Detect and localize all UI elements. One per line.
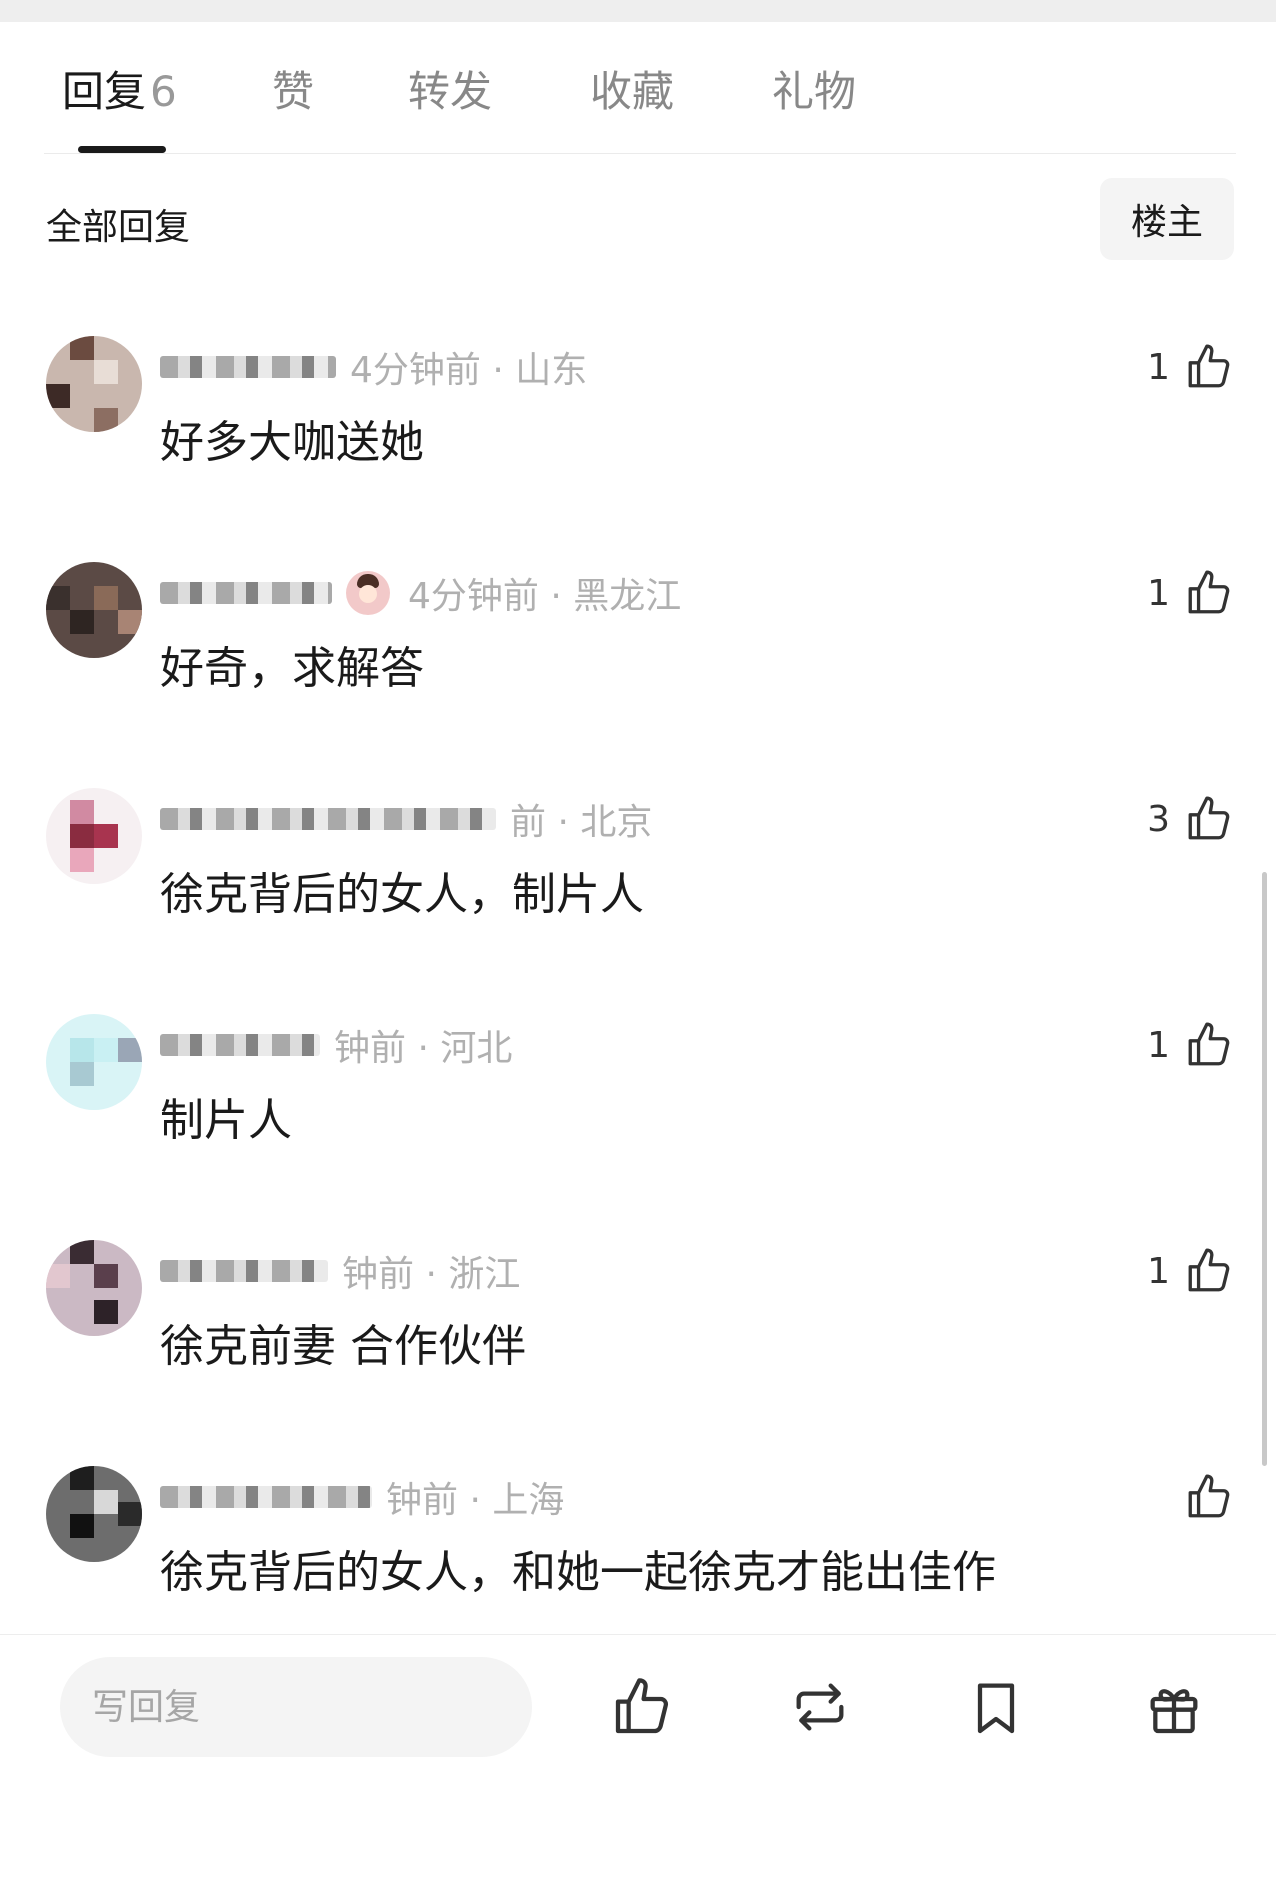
thumbs-up-icon — [1188, 1474, 1230, 1518]
bottom-action-bar — [0, 1634, 1276, 1884]
repost-button[interactable] — [784, 1671, 856, 1743]
tab-likes[interactable]: 赞 — [272, 58, 314, 119]
scrollbar[interactable] — [1262, 872, 1267, 1466]
comment-item: 前 · 北京 徐克背后的女人，制片人 3 — [0, 788, 1276, 1008]
avatar[interactable] — [46, 562, 142, 658]
like-button[interactable]: 3 — [1147, 794, 1234, 844]
comment-item: 4分钟前 · 山东 好多大咖送她 1 — [0, 336, 1276, 556]
gift-icon — [1150, 1689, 1198, 1734]
username-blurred[interactable] — [160, 1486, 372, 1508]
comment-meta: 前 · 北京 — [160, 794, 652, 844]
avatar[interactable] — [46, 1014, 142, 1110]
comment-time-location: 4分钟前 · 黑龙江 — [408, 576, 682, 617]
like-post-button[interactable] — [606, 1671, 678, 1743]
username-blurred[interactable] — [160, 1260, 328, 1282]
like-count: 1 — [1147, 1250, 1170, 1292]
bookmark-button[interactable] — [960, 1671, 1032, 1743]
comment-meta: 4分钟前 · 山东 — [160, 342, 587, 392]
username-blurred[interactable] — [160, 356, 336, 378]
comment-meta: 4分钟前 · 黑龙江 — [160, 568, 681, 618]
like-button[interactable]: 1 — [1147, 568, 1234, 618]
comment-time-location: 钟前 · 河北 — [334, 1028, 513, 1069]
avatar[interactable] — [46, 1466, 142, 1562]
all-replies-title: 全部回复 — [46, 207, 191, 248]
like-button[interactable]: 1 — [1147, 1020, 1234, 1070]
comment-time-location: 4分钟前 · 山东 — [350, 350, 588, 391]
comment-time-location: 钟前 · 浙江 — [342, 1254, 521, 1295]
like-count: 3 — [1147, 798, 1170, 840]
like-button[interactable] — [1170, 1472, 1234, 1522]
tab-replies-count: 6 — [150, 67, 177, 116]
username-blurred[interactable] — [160, 1034, 320, 1056]
comment-meta: 钟前 · 河北 — [160, 1020, 512, 1070]
tabs-divider — [44, 153, 1236, 154]
comment-text: 好奇，求解答 — [160, 643, 424, 694]
comment-text: 徐克背后的女人，制片人 — [160, 869, 644, 920]
avatar[interactable] — [46, 336, 142, 432]
tab-favorites[interactable]: 收藏 — [590, 58, 674, 119]
op-only-button[interactable]: 楼主 — [1100, 178, 1234, 260]
tab-replies[interactable]: 回复6 — [62, 58, 177, 119]
comment-time-location: 钟前 · 上海 — [386, 1480, 565, 1521]
comment-text: 好多大咖送她 — [160, 417, 424, 468]
like-button[interactable]: 1 — [1147, 342, 1234, 392]
comment-time-location: 前 · 北京 — [510, 802, 653, 843]
like-count: 1 — [1147, 1024, 1170, 1066]
comment-meta: 钟前 · 浙江 — [160, 1246, 520, 1296]
comment-item: 4分钟前 · 黑龙江 好奇，求解答 1 — [0, 562, 1276, 782]
repost-icon — [796, 1683, 844, 1731]
thumbs-up-icon — [1188, 1022, 1230, 1066]
thumbs-up-icon — [1188, 344, 1230, 388]
comment-item: 钟前 · 河北 制片人 1 — [0, 1014, 1276, 1234]
thumbs-up-icon — [1188, 570, 1230, 614]
gift-button[interactable] — [1138, 1671, 1210, 1743]
tab-reposts[interactable]: 转发 — [408, 58, 492, 119]
username-blurred[interactable] — [160, 808, 496, 830]
like-button[interactable]: 1 — [1147, 1246, 1234, 1296]
user-badge-icon — [346, 571, 390, 615]
comment-meta: 钟前 · 上海 — [160, 1472, 564, 1522]
thumbs-up-icon — [615, 1678, 669, 1734]
comment-text: 徐克背后的女人，和她一起徐克才能出佳作 — [160, 1547, 996, 1598]
thumbs-up-icon — [1188, 796, 1230, 840]
username-blurred[interactable] — [160, 582, 332, 604]
thumbs-up-icon — [1188, 1248, 1230, 1292]
active-tab-indicator — [78, 146, 166, 153]
bookmark-icon — [977, 1683, 1015, 1734]
avatar[interactable] — [46, 788, 142, 884]
status-strip — [0, 0, 1276, 22]
tab-gifts[interactable]: 礼物 — [772, 58, 856, 119]
comment-text: 制片人 — [160, 1095, 292, 1146]
comment-item: 钟前 · 浙江 徐克前妻 合作伙伴 1 — [0, 1240, 1276, 1460]
comment-text: 徐克前妻 合作伙伴 — [160, 1321, 526, 1372]
avatar[interactable] — [46, 1240, 142, 1336]
tab-replies-label: 回复 — [62, 67, 147, 116]
like-count: 1 — [1147, 572, 1170, 614]
like-count: 1 — [1147, 346, 1170, 388]
reply-input[interactable] — [60, 1657, 532, 1757]
